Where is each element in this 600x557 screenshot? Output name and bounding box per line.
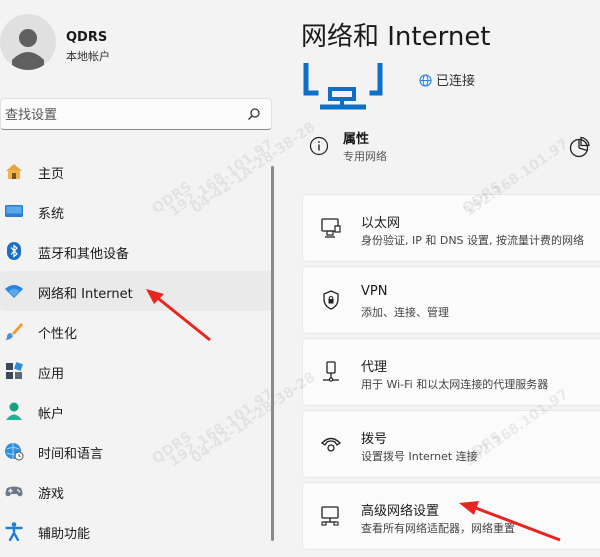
nav-item-label: 个性化 <box>38 327 78 342</box>
search-input[interactable] <box>5 105 235 125</box>
card-title: 代理 <box>361 360 388 375</box>
card-proxy[interactable]: 代理 用于 Wi-Fi 和以太网连接的代理服务器 <box>302 338 600 406</box>
avatar[interactable] <box>0 14 56 70</box>
accessibility-icon <box>5 522 23 541</box>
data-usage-pie-icon[interactable] <box>568 136 590 158</box>
system-monitor-icon <box>5 205 23 217</box>
card-vpn[interactable]: VPN 添加、连接、管理 <box>302 266 600 334</box>
nav-item-label: 时间和语言 <box>38 447 104 462</box>
network-properties[interactable]: 属性 专用网络 <box>309 127 600 171</box>
home-icon <box>6 164 22 179</box>
nav-item-time-language[interactable]: 时间和语言 <box>0 431 272 471</box>
account-icon <box>6 402 22 420</box>
card-ethernet[interactable]: 以太网 身份验证, IP 和 DNS 设置, 按流量计费的网络 <box>302 194 600 262</box>
card-title: 拨号 <box>361 432 388 447</box>
search-icon[interactable] <box>247 107 261 121</box>
nav-item-label: 系统 <box>38 207 65 222</box>
gamepad-icon <box>5 486 23 497</box>
vpn-shield-icon <box>323 290 339 310</box>
paintbrush-icon <box>5 323 23 340</box>
dialup-icon <box>320 437 342 452</box>
account-type: 本地帐户 <box>66 50 110 63</box>
globe-clock-icon <box>5 443 24 461</box>
nav-item-apps[interactable]: 应用 <box>0 351 272 391</box>
nav-item-label: 网络和 Internet <box>38 287 133 302</box>
nav-item-label: 应用 <box>38 367 65 382</box>
card-advanced-network-settings[interactable]: 高级网络设置 查看所有网络适配器，网络重置 <box>302 482 600 550</box>
user-name: QDRS <box>66 30 108 45</box>
wifi-icon <box>5 285 23 298</box>
nav-item-bluetooth[interactable]: 蓝牙和其他设备 <box>0 231 272 271</box>
nav-item-label: 游戏 <box>38 487 65 502</box>
card-title: 以太网 <box>361 216 401 231</box>
nav-item-label: 辅助功能 <box>38 527 91 542</box>
info-icon <box>309 136 329 156</box>
card-subtitle: 用于 Wi-Fi 和以太网连接的代理服务器 <box>361 378 549 391</box>
properties-title: 属性 <box>343 132 370 147</box>
nav-item-label: 主页 <box>38 167 65 182</box>
card-subtitle: 添加、连接、管理 <box>361 306 449 319</box>
nav-item-system[interactable]: 系统 <box>0 191 272 231</box>
nav-item-personalization[interactable]: 个性化 <box>0 311 272 351</box>
page-title: 网络和 Internet <box>301 22 491 52</box>
card-title: 高级网络设置 <box>361 504 440 519</box>
ethernet-network-illustration-icon <box>303 63 383 110</box>
globe-icon <box>419 74 432 87</box>
nav-item-label: 帐户 <box>38 407 65 422</box>
nav-list: 主页 系统 蓝牙和其他设备 网络和 Internet 个性化 应用 帐户 时间和… <box>0 151 272 551</box>
nav-scrollbar[interactable] <box>271 166 274 541</box>
proxy-icon <box>323 361 339 382</box>
nav-item-label: 蓝牙和其他设备 <box>38 247 130 262</box>
card-subtitle: 身份验证, IP 和 DNS 设置, 按流量计费的网络 <box>361 234 585 247</box>
nav-item-accessibility[interactable]: 辅助功能 <box>0 511 272 551</box>
ethernet-icon <box>321 218 341 238</box>
settings-card-list: 以太网 身份验证, IP 和 DNS 设置, 按流量计费的网络 VPN 添加、连… <box>302 194 600 554</box>
properties-subtitle: 专用网络 <box>343 150 387 163</box>
card-subtitle: 查看所有网络适配器，网络重置 <box>361 522 515 535</box>
card-title: VPN <box>361 284 388 299</box>
card-subtitle: 设置拨号 Internet 连接 <box>361 450 478 463</box>
card-dialup[interactable]: 拨号 设置拨号 Internet 连接 <box>302 410 600 478</box>
nav-item-accounts[interactable]: 帐户 <box>0 391 272 431</box>
search-box[interactable] <box>0 98 272 130</box>
user-silhouette-icon <box>12 29 44 70</box>
nav-item-home[interactable]: 主页 <box>0 151 272 191</box>
advanced-network-icon <box>321 506 339 526</box>
connection-status-text: 已连接 <box>436 74 476 89</box>
apps-icon <box>6 362 23 379</box>
nav-item-gaming[interactable]: 游戏 <box>0 471 272 511</box>
navigation-pane: QDRS 本地帐户 主页 系统 <box>0 0 290 557</box>
connection-status: 已连接 <box>419 70 475 89</box>
bluetooth-icon <box>7 242 21 260</box>
nav-item-network[interactable]: 网络和 Internet <box>0 271 272 311</box>
